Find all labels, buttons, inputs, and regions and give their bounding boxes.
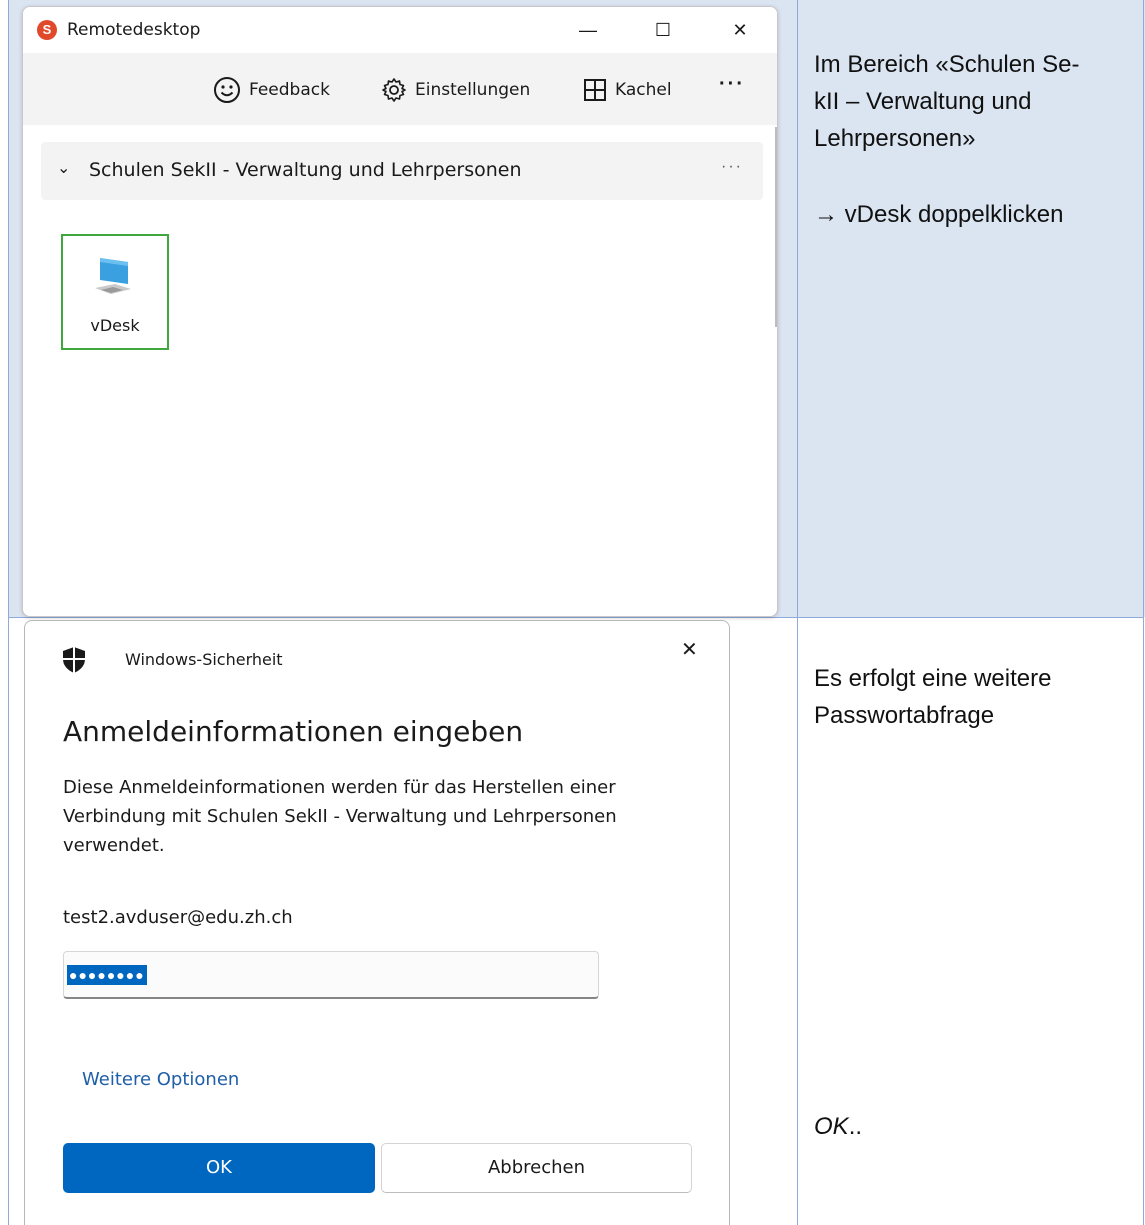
maximize-button[interactable]: ☐ <box>640 15 686 45</box>
feedback-button[interactable]: Feedback <box>213 75 330 105</box>
instruction-line: kII – Verwaltung und <box>814 88 1032 115</box>
instruction-line: Passwortabfrage <box>814 702 995 729</box>
group-more-button[interactable]: ··· <box>721 158 743 176</box>
instruction-step1: Im Bereich «Schulen Se- kII – Verwaltung… <box>814 46 1134 157</box>
view-label: Kachel <box>615 80 672 100</box>
instruction-step1-action: → vDesk doppelklicken <box>814 201 1064 228</box>
vdesk-tile[interactable]: vDesk <box>61 234 169 350</box>
feedback-label: Feedback <box>249 80 330 100</box>
close-button[interactable]: ✕ <box>717 15 763 45</box>
instruction-line: Lehrpersonen» <box>814 125 976 152</box>
table-border-left <box>8 0 9 1225</box>
settings-label: Einstellungen <box>415 80 531 100</box>
instruction-step3: OK.. <box>814 1108 1134 1145</box>
password-masked-value: ●●●●●●●● <box>67 965 147 985</box>
smiley-icon <box>214 77 240 103</box>
title-bar: S Remotedesktop — ☐ ✕ <box>23 7 777 53</box>
table-border-row <box>8 617 1144 618</box>
password-input[interactable]: ●●●●●●●● <box>63 951 599 999</box>
dialog-description: Diese Anmeldeinformationen werden für da… <box>63 777 617 856</box>
instruction-line: Es erfolgt eine weitere <box>814 665 1052 692</box>
toolbar: Feedback Einstellungen Kachel ··· <box>23 53 777 125</box>
instruction-ellipsis: .. <box>848 1113 863 1140</box>
dialog-close-button[interactable]: ✕ <box>681 637 698 662</box>
cancel-button[interactable]: Abbrechen <box>381 1143 692 1193</box>
settings-button[interactable]: Einstellungen <box>381 75 530 105</box>
workspace-group-title: Schulen SekII - Verwaltung und Lehrperso… <box>89 159 522 181</box>
username-label: test2.avduser@edu.zh.ch <box>63 907 293 928</box>
table-border-right <box>1143 0 1144 1225</box>
instruction-step2: Es erfolgt eine weitere Passwortabfrage <box>814 660 1134 734</box>
chevron-down-icon[interactable]: ⌄ <box>57 158 70 178</box>
grid-icon <box>584 79 606 101</box>
windows-security-dialog: Windows-Sicherheit ✕ Anmeldeinformatione… <box>24 620 730 1225</box>
remote-desktop-window: S Remotedesktop — ☐ ✕ Feedback Einstellu… <box>22 6 778 617</box>
more-options-link[interactable]: Weitere Optionen <box>82 1069 239 1090</box>
instruction-ok: OK <box>814 1113 849 1140</box>
computer-monitor-icon <box>95 258 131 294</box>
vdesk-label: vDesk <box>90 316 140 335</box>
workspace-group-header[interactable]: ⌄ Schulen SekII - Verwaltung und Lehrper… <box>41 142 763 200</box>
dialog-heading: Anmeldeinformationen eingeben <box>63 715 524 748</box>
window-title: Remotedesktop <box>67 20 201 40</box>
view-tile-button[interactable]: Kachel <box>583 75 672 105</box>
scrollbar[interactable] <box>775 127 777 327</box>
instruction-line: Im Bereich «Schulen Se- <box>814 51 1080 78</box>
dialog-app-name: Windows-Sicherheit <box>125 650 283 669</box>
minimize-button[interactable]: — <box>565 15 611 45</box>
remote-desktop-logo-icon: S <box>37 20 57 40</box>
ok-button[interactable]: OK <box>63 1143 375 1193</box>
more-options-button[interactable]: ··· <box>719 73 745 96</box>
shield-icon <box>63 647 85 673</box>
table-border-middle <box>797 0 798 1225</box>
gear-icon <box>382 78 406 102</box>
